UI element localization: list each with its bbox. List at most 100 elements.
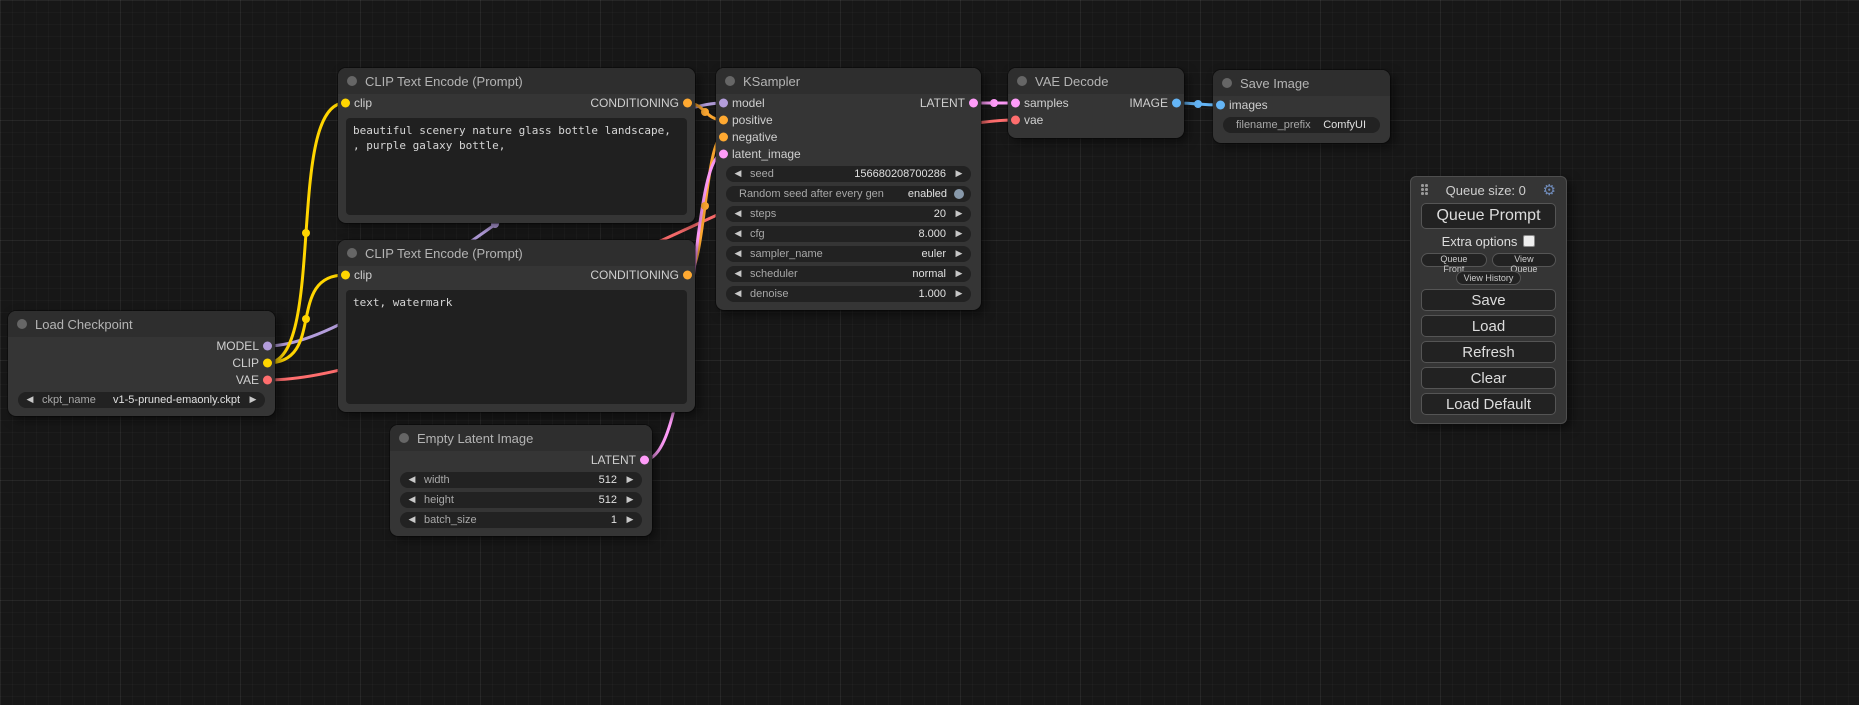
node-save-image[interactable]: Save Image images filename_prefix ComfyU… bbox=[1213, 70, 1390, 143]
node-title-bar[interactable]: CLIP Text Encode (Prompt) bbox=[338, 240, 695, 266]
node-title-bar[interactable]: Empty Latent Image bbox=[390, 425, 652, 451]
input-port-vae[interactable] bbox=[1011, 115, 1020, 124]
output-port-conditioning[interactable] bbox=[683, 270, 692, 279]
positive-prompt-textarea[interactable] bbox=[346, 118, 687, 215]
load-default-button[interactable]: Load Default bbox=[1421, 393, 1556, 415]
decrement-arrow-icon[interactable]: ◀ bbox=[733, 250, 743, 259]
widget-scheduler[interactable]: ◀ scheduler normal ▶ bbox=[726, 266, 971, 282]
link-midpoint-dot bbox=[302, 229, 310, 237]
refresh-button[interactable]: Refresh bbox=[1421, 341, 1556, 363]
increment-arrow-icon[interactable]: ▶ bbox=[248, 396, 258, 405]
node-title-bar[interactable]: Save Image bbox=[1213, 70, 1390, 96]
increment-arrow-icon[interactable]: ▶ bbox=[954, 210, 964, 219]
clear-button[interactable]: Clear bbox=[1421, 367, 1556, 389]
history-buttons-row: View History bbox=[1421, 271, 1556, 285]
increment-arrow-icon[interactable]: ▶ bbox=[954, 290, 964, 299]
widget-value: 512 bbox=[599, 474, 617, 486]
decrement-arrow-icon[interactable]: ◀ bbox=[407, 476, 417, 485]
node-collapse-dot-icon[interactable] bbox=[347, 248, 357, 258]
input-port-positive[interactable] bbox=[719, 115, 728, 124]
increment-arrow-icon[interactable]: ▶ bbox=[625, 496, 635, 505]
queue-prompt-button[interactable]: Queue Prompt bbox=[1421, 203, 1556, 229]
node-graph-canvas[interactable]: Load Checkpoint MODEL CLIP VAE ◀ ckpt_na… bbox=[0, 0, 1859, 705]
node-title-bar[interactable]: CLIP Text Encode (Prompt) bbox=[338, 68, 695, 94]
view-history-button[interactable]: View History bbox=[1456, 271, 1522, 285]
widget-height[interactable]: ◀ height 512 ▶ bbox=[400, 492, 642, 508]
output-port-conditioning[interactable] bbox=[683, 98, 692, 107]
node-title-bar[interactable]: KSampler bbox=[716, 68, 981, 94]
queue-front-button[interactable]: Queue Front bbox=[1421, 253, 1487, 267]
input-slot-label: clip bbox=[354, 268, 372, 282]
input-port-clip[interactable] bbox=[341, 98, 350, 107]
widget-label: filename_prefix bbox=[1236, 119, 1311, 131]
node-load-checkpoint[interactable]: Load Checkpoint MODEL CLIP VAE ◀ ckpt_na… bbox=[8, 311, 275, 416]
decrement-arrow-icon[interactable]: ◀ bbox=[407, 496, 417, 505]
load-button[interactable]: Load bbox=[1421, 315, 1556, 337]
decrement-arrow-icon[interactable]: ◀ bbox=[25, 396, 35, 405]
input-port-clip[interactable] bbox=[341, 270, 350, 279]
output-port-clip[interactable] bbox=[263, 358, 272, 367]
increment-arrow-icon[interactable]: ▶ bbox=[625, 476, 635, 485]
increment-arrow-icon[interactable]: ▶ bbox=[954, 250, 964, 259]
input-slot-label: model bbox=[732, 96, 765, 110]
decrement-arrow-icon[interactable]: ◀ bbox=[733, 170, 743, 179]
node-clip-text-encode-negative[interactable]: CLIP Text Encode (Prompt) clip CONDITION… bbox=[338, 240, 695, 412]
widget-batch-size[interactable]: ◀ batch_size 1 ▶ bbox=[400, 512, 642, 528]
node-title-bar[interactable]: VAE Decode bbox=[1008, 68, 1184, 94]
increment-arrow-icon[interactable]: ▶ bbox=[625, 516, 635, 525]
input-port-latent-image[interactable] bbox=[719, 149, 728, 158]
node-collapse-dot-icon[interactable] bbox=[347, 76, 357, 86]
decrement-arrow-icon[interactable]: ◀ bbox=[733, 270, 743, 279]
extra-options-checkbox[interactable] bbox=[1523, 235, 1535, 247]
increment-arrow-icon[interactable]: ▶ bbox=[954, 270, 964, 279]
node-ksampler[interactable]: KSampler model LATENT positive negative … bbox=[716, 68, 981, 310]
input-port-images[interactable] bbox=[1216, 100, 1225, 109]
widget-random-seed-toggle[interactable]: Random seed after every gen enabled bbox=[726, 186, 971, 202]
slot-row: LATENT bbox=[390, 451, 652, 468]
output-port-model[interactable] bbox=[263, 341, 272, 350]
widget-label: denoise bbox=[750, 288, 789, 300]
widget-width[interactable]: ◀ width 512 ▶ bbox=[400, 472, 642, 488]
save-button[interactable]: Save bbox=[1421, 289, 1556, 311]
node-title: Empty Latent Image bbox=[417, 431, 533, 446]
node-collapse-dot-icon[interactable] bbox=[725, 76, 735, 86]
node-collapse-dot-icon[interactable] bbox=[1017, 76, 1027, 86]
input-slot-label: clip bbox=[354, 96, 372, 110]
decrement-arrow-icon[interactable]: ◀ bbox=[407, 516, 417, 525]
increment-arrow-icon[interactable]: ▶ bbox=[954, 170, 964, 179]
widget-sampler-name[interactable]: ◀ sampler_name euler ▶ bbox=[726, 246, 971, 262]
negative-prompt-textarea[interactable] bbox=[346, 290, 687, 404]
node-collapse-dot-icon[interactable] bbox=[399, 433, 409, 443]
drag-handle-icon[interactable] bbox=[1421, 184, 1429, 196]
widget-cfg[interactable]: ◀ cfg 8.000 ▶ bbox=[726, 226, 971, 242]
node-title-bar[interactable]: Load Checkpoint bbox=[8, 311, 275, 337]
input-port-samples[interactable] bbox=[1011, 98, 1020, 107]
decrement-arrow-icon[interactable]: ◀ bbox=[733, 230, 743, 239]
input-slot-label: vae bbox=[1024, 113, 1043, 127]
widget-steps[interactable]: ◀ steps 20 ▶ bbox=[726, 206, 971, 222]
node-clip-text-encode-positive[interactable]: CLIP Text Encode (Prompt) clip CONDITION… bbox=[338, 68, 695, 223]
node-collapse-dot-icon[interactable] bbox=[17, 319, 27, 329]
output-port-latent[interactable] bbox=[640, 455, 649, 464]
decrement-arrow-icon[interactable]: ◀ bbox=[733, 210, 743, 219]
output-slot-label: CONDITIONING bbox=[590, 268, 679, 282]
view-queue-button[interactable]: View Queue bbox=[1492, 253, 1556, 267]
node-empty-latent-image[interactable]: Empty Latent Image LATENT ◀ width 512 ▶ … bbox=[390, 425, 652, 536]
widget-seed[interactable]: ◀ seed 156680208700286 ▶ bbox=[726, 166, 971, 182]
decrement-arrow-icon[interactable]: ◀ bbox=[733, 290, 743, 299]
input-port-model[interactable] bbox=[719, 98, 728, 107]
output-port-latent[interactable] bbox=[969, 98, 978, 107]
queue-panel[interactable]: Queue size: 0 ⚙ Queue Prompt Extra optio… bbox=[1410, 176, 1567, 424]
toggle-indicator-icon[interactable] bbox=[954, 189, 964, 199]
widget-filename-prefix[interactable]: filename_prefix ComfyUI bbox=[1223, 117, 1380, 133]
widget-denoise[interactable]: ◀ denoise 1.000 ▶ bbox=[726, 286, 971, 302]
input-slot-label: positive bbox=[732, 113, 773, 127]
settings-gear-icon[interactable]: ⚙ bbox=[1543, 183, 1556, 198]
node-vae-decode[interactable]: VAE Decode samples IMAGE vae bbox=[1008, 68, 1184, 138]
increment-arrow-icon[interactable]: ▶ bbox=[954, 230, 964, 239]
output-port-vae[interactable] bbox=[263, 375, 272, 384]
widget-ckpt-name[interactable]: ◀ ckpt_name v1-5-pruned-emaonly.ckpt ▶ bbox=[18, 392, 265, 408]
node-collapse-dot-icon[interactable] bbox=[1222, 78, 1232, 88]
output-port-image[interactable] bbox=[1172, 98, 1181, 107]
input-port-negative[interactable] bbox=[719, 132, 728, 141]
